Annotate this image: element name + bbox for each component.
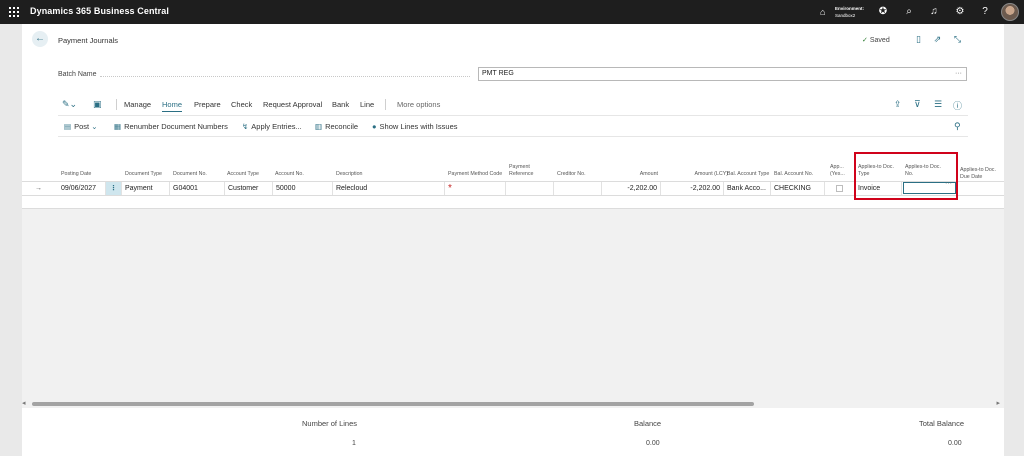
current-row-arrow-icon: → <box>35 185 42 192</box>
cell-document-no[interactable]: G04001 <box>170 182 225 195</box>
batch-name-label: Batch Name <box>58 71 97 78</box>
help-icon[interactable]: ? <box>978 5 992 19</box>
cell-payment-reference[interactable] <box>506 182 554 195</box>
apply-icon: ↯ <box>242 122 249 131</box>
cell-account-type[interactable]: Customer <box>225 182 273 195</box>
environment-indicator[interactable]: ⌂ Environment: Sandbox2 <box>820 4 880 20</box>
avatar[interactable] <box>1001 3 1019 21</box>
cell-bal-account-type[interactable]: Bank Acco... <box>724 182 771 195</box>
cell-document-type[interactable]: Payment <box>122 182 170 195</box>
column-header-account-type[interactable]: Account Type <box>227 171 267 178</box>
column-header-applies-to-doc-due-date[interactable]: Applies-to Doc. Due Date <box>960 167 996 181</box>
scrollbar-thumb[interactable] <box>32 402 754 406</box>
copilot-icon[interactable]: ✪ <box>876 5 890 19</box>
save-view-icon[interactable]: ▣ <box>93 99 102 110</box>
column-header-bal-account-type[interactable]: Bal. Account Type <box>727 171 771 178</box>
tab-home[interactable]: Home <box>162 100 183 112</box>
saved-status: ✓ Saved <box>862 37 890 44</box>
row-menu-button[interactable]: ⋮ <box>106 182 122 195</box>
column-header-payment-reference[interactable]: Payment Reference <box>509 164 549 178</box>
cell-bal-account-no[interactable]: CHECKING <box>771 182 825 195</box>
bell-icon[interactable]: ♫ <box>927 5 941 19</box>
renumber-document-numbers-button[interactable]: ▦ Renumber Document Numbers <box>114 122 228 131</box>
check-icon: ✓ <box>862 37 868 44</box>
number-of-lines-label: Number of Lines <box>302 419 358 428</box>
divider <box>385 99 386 110</box>
divider <box>116 99 117 110</box>
renumber-icon: ▦ <box>114 122 122 131</box>
share-icon[interactable]: ⇪ <box>894 99 902 110</box>
column-header-approval[interactable]: App... (Yes... <box>830 164 850 178</box>
scroll-left-icon[interactable]: ◂ <box>22 399 26 407</box>
cell-amount[interactable]: -2,202.00 <box>602 182 661 195</box>
app-title[interactable]: Dynamics 365 Business Central <box>30 6 169 16</box>
balance-label: Balance <box>634 419 662 428</box>
cell-account-no[interactable]: 50000 <box>273 182 333 195</box>
more-options-button[interactable]: More options <box>397 100 440 109</box>
environment-name: Sandbox2 <box>835 13 856 18</box>
search-icon[interactable]: ⌕ <box>902 5 916 19</box>
horizontal-scrollbar[interactable]: ◂ ▸ <box>22 400 1004 408</box>
reconcile-button[interactable]: ▥ Reconcile <box>315 122 358 131</box>
scroll-right-icon[interactable]: ▸ <box>996 399 1000 407</box>
edit-list-icon[interactable]: ✎⌄ <box>62 99 77 110</box>
grid-empty-area <box>22 209 1004 403</box>
tab-manage[interactable]: Manage <box>124 100 151 109</box>
pin-icon[interactable]: ⚲ <box>954 121 961 132</box>
cell-amount-lcy[interactable]: -2,202.00 <box>661 182 724 195</box>
approval-checkbox[interactable] <box>836 185 843 192</box>
list-view-icon[interactable]: ☰ <box>934 99 942 110</box>
tab-request-approval[interactable]: Request Approval <box>263 100 322 109</box>
column-header-amount-lcy[interactable]: Amount (LCY) <box>662 171 728 178</box>
column-header-account-no[interactable]: Account No. <box>275 171 325 178</box>
batch-name-leader <box>100 76 470 77</box>
total-balance-value: 0.00 <box>948 440 962 447</box>
post-button[interactable]: ▤ Post ⌄ <box>64 122 98 131</box>
cell-description[interactable]: Relecloud <box>333 182 445 195</box>
tab-prepare[interactable]: Prepare <box>194 100 221 109</box>
open-new-window-icon[interactable]: ⇗ <box>932 34 943 45</box>
action-bar: ✎⌄ ▣ Manage Home Prepare Check Request A… <box>58 97 968 113</box>
number-of-lines-value: 1 <box>352 440 356 447</box>
top-bar: Dynamics 365 Business Central ⌂ Environm… <box>0 0 1024 24</box>
cell-payment-method-code[interactable]: * <box>445 182 506 195</box>
column-header-bal-account-no[interactable]: Bal. Account No. <box>774 171 818 178</box>
column-header-creditor-no[interactable]: Creditor No. <box>557 171 602 178</box>
column-header-document-no[interactable]: Document No. <box>173 171 223 178</box>
collapse-icon[interactable]: ⤡ <box>952 34 963 45</box>
reconcile-icon: ▥ <box>315 122 323 131</box>
app-launcher-icon[interactable] <box>9 7 19 17</box>
balance-value: 0.00 <box>646 440 660 447</box>
promoted-actions-bar: ▤ Post ⌄ ▦ Renumber Document Numbers ↯ Appl… <box>58 115 968 137</box>
issues-icon: ● <box>372 122 377 131</box>
bookmark-icon[interactable]: ▯ <box>913 34 924 45</box>
info-icon[interactable]: ⓘ <box>953 99 962 112</box>
cell-posting-date[interactable]: 09/06/2027 <box>58 182 106 195</box>
column-header-payment-method-code[interactable]: Payment Method Code <box>448 171 503 178</box>
page-title: Payment Journals <box>58 36 119 45</box>
environment-label: Environment: <box>835 6 865 11</box>
column-header-document-type[interactable]: Document Type <box>125 171 165 178</box>
highlight-box <box>854 152 958 200</box>
filter-icon[interactable]: ⊽ <box>914 99 921 110</box>
show-lines-with-issues-button[interactable]: ● Show Lines with Issues <box>372 122 458 131</box>
batch-lookup-button[interactable]: ··· <box>955 68 962 80</box>
cell-creditor-no[interactable] <box>554 182 602 195</box>
total-balance-label: Total Balance <box>919 419 965 428</box>
column-header-posting-date[interactable]: Posting Date <box>61 171 106 178</box>
column-header-amount[interactable]: Amount <box>606 171 658 178</box>
tab-line[interactable]: Line <box>360 100 374 109</box>
back-button[interactable]: ← <box>32 31 48 47</box>
environment-icon: ⌂ <box>820 7 826 17</box>
tab-bank[interactable]: Bank <box>332 100 349 109</box>
tab-check[interactable]: Check <box>231 100 252 109</box>
apply-entries-button[interactable]: ↯ Apply Entries... <box>242 122 302 131</box>
gear-icon[interactable]: ⚙ <box>953 5 967 19</box>
post-icon: ▤ <box>64 122 72 131</box>
batch-name-input[interactable]: PMT REG ··· <box>478 67 967 81</box>
cell-approval[interactable] <box>825 182 855 195</box>
column-header-description[interactable]: Description <box>336 171 396 178</box>
chevron-down-icon: ⌄ <box>91 122 98 131</box>
